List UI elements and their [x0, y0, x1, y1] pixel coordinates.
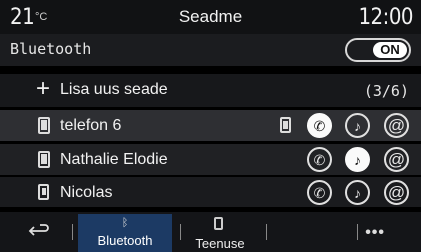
music-note-icon[interactable]: ♪	[345, 180, 370, 205]
device-name: Nathalie Elodie	[60, 151, 168, 168]
bottom-nav-bar: ᛒ Bluetooth Teenuse •••	[0, 212, 421, 252]
bluetooth-toggle-row[interactable]: Bluetooth ON	[0, 34, 421, 66]
at-icon[interactable]: @	[384, 180, 409, 205]
divider	[72, 224, 73, 240]
add-device-row[interactable]: + Lisa uus seade (3/6)	[0, 74, 421, 107]
device-row[interactable]: Nathalie Elodie ✆ ♪ @	[0, 144, 421, 175]
call-profile-icon[interactable]: ✆	[307, 180, 332, 205]
device-row[interactable]: telefon 6 ✆ ♪ @	[0, 110, 421, 141]
phone-icon	[38, 117, 50, 134]
connected-phone-icon	[280, 117, 291, 133]
phone-icon	[38, 151, 50, 168]
add-device-label: Lisa uus seade	[60, 81, 168, 98]
at-icon[interactable]: @	[384, 113, 409, 138]
phone-icon	[38, 184, 49, 200]
tab-services-label: Teenuse	[195, 236, 245, 251]
phone-icon	[214, 217, 223, 230]
bluetooth-label: Bluetooth	[10, 40, 92, 58]
divider	[180, 224, 181, 240]
at-icon[interactable]: @	[384, 147, 409, 172]
device-settings-screen: 21 °C Seadme 12:00 Bluetooth ON + Lisa u…	[0, 0, 421, 252]
call-profile-icon[interactable]: ✆	[307, 147, 332, 172]
plus-icon: +	[36, 75, 51, 102]
tab-bluetooth-label: Bluetooth	[97, 233, 153, 248]
bluetooth-icon: ᛒ	[121, 217, 129, 229]
back-icon[interactable]	[28, 222, 50, 240]
divider	[266, 224, 267, 240]
music-note-icon[interactable]: ♪	[345, 147, 370, 172]
status-bar: 21 °C Seadme 12:00	[0, 0, 421, 34]
clock: 12:00	[358, 5, 413, 30]
more-options-button[interactable]: •••	[365, 224, 385, 242]
bluetooth-toggle[interactable]: ON	[345, 38, 411, 62]
tab-bluetooth[interactable]: ᛒ Bluetooth	[78, 214, 172, 252]
device-count: (3/6)	[363, 82, 409, 100]
music-note-icon[interactable]: ♪	[345, 113, 370, 138]
toggle-state: ON	[373, 42, 407, 58]
device-row[interactable]: Nicolas ✆ ♪ @	[0, 177, 421, 207]
call-profile-icon[interactable]: ✆	[307, 113, 332, 138]
divider	[357, 224, 358, 240]
device-name: Nicolas	[60, 184, 113, 201]
tab-services[interactable]: Teenuse	[190, 214, 250, 252]
device-name: telefon 6	[60, 117, 122, 134]
